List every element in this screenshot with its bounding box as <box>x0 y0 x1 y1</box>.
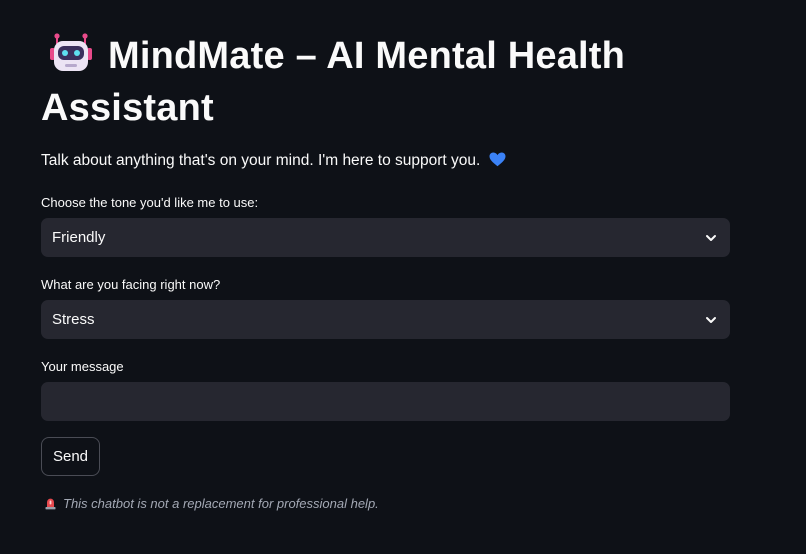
intro-text-label: Talk about anything that's on your mind.… <box>41 152 481 169</box>
main-content: MindMate – AI Mental Health Assistant Ta… <box>41 30 730 511</box>
page-title: MindMate – AI Mental Health Assistant <box>41 30 681 134</box>
issue-select[interactable]: Stress <box>41 300 730 339</box>
chevron-down-icon <box>704 231 718 245</box>
robot-face-icon <box>48 30 94 76</box>
siren-icon <box>44 496 57 510</box>
message-label: Your message <box>41 359 124 374</box>
issue-select-value: Stress <box>52 311 95 328</box>
tone-select-label: Choose the tone you'd like me to use: <box>41 195 259 210</box>
intro-text: Talk about anything that's on your mind.… <box>41 152 506 170</box>
issue-select-label: What are you facing right now? <box>41 277 221 292</box>
disclaimer-text: This chatbot is not a replacement for pr… <box>63 496 379 511</box>
send-button[interactable]: Send <box>41 437 100 476</box>
message-input[interactable] <box>41 382 730 421</box>
tone-select[interactable]: Friendly <box>41 218 730 257</box>
page-title-text: MindMate – AI Mental Health Assistant <box>41 35 626 129</box>
app-page: MindMate – AI Mental Health Assistant Ta… <box>0 0 806 554</box>
chevron-down-icon <box>704 313 718 327</box>
blue-heart-icon <box>489 152 506 167</box>
tone-select-value: Friendly <box>52 229 106 246</box>
disclaimer: This chatbot is not a replacement for pr… <box>44 496 379 511</box>
